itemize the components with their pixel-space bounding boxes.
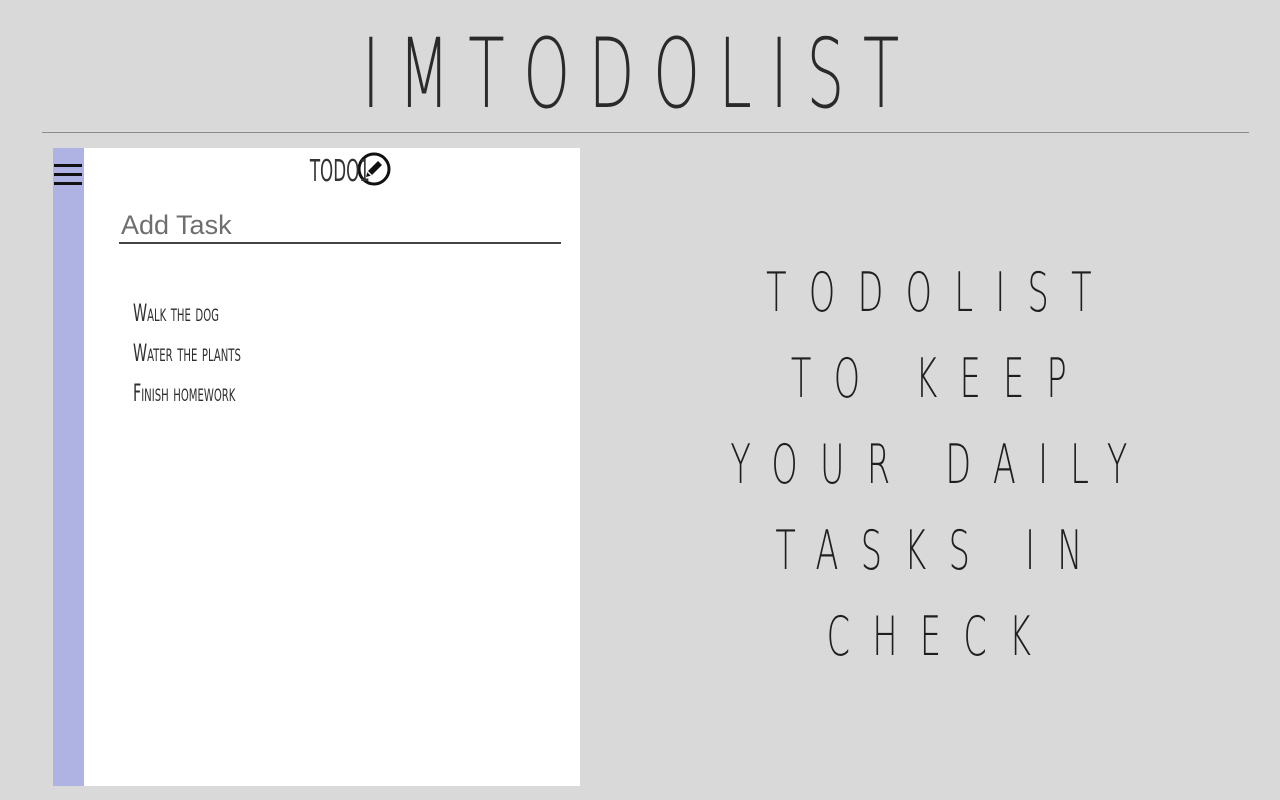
task-item[interactable]: Water the plants bbox=[133, 333, 410, 373]
list-name: TODO1 bbox=[310, 154, 371, 189]
task-item[interactable]: Walk the dog bbox=[133, 293, 410, 333]
title-divider bbox=[42, 132, 1249, 133]
tagline-line: your daily bbox=[730, 433, 1150, 496]
list-header: TODO1 bbox=[84, 150, 580, 194]
tagline-line: check bbox=[826, 605, 1054, 668]
add-task-input[interactable] bbox=[119, 208, 561, 244]
task-list: Walk the dog Water the plants Finish hom… bbox=[133, 293, 553, 413]
sidebar-strip bbox=[53, 148, 84, 786]
tagline-line: tasks in bbox=[775, 519, 1105, 582]
hamburger-menu-icon[interactable] bbox=[53, 161, 84, 189]
app-title: IMTODOLIST bbox=[362, 18, 918, 130]
task-item[interactable]: Finish homework bbox=[133, 373, 410, 413]
todo-list-panel: TODO1 Walk the dog Water the plants Fini… bbox=[53, 148, 580, 786]
tagline-line: Todolist bbox=[766, 261, 1114, 324]
tagline: Todolist to keep your daily tasks in che… bbox=[600, 250, 1280, 680]
tagline-line: to keep bbox=[790, 347, 1090, 410]
